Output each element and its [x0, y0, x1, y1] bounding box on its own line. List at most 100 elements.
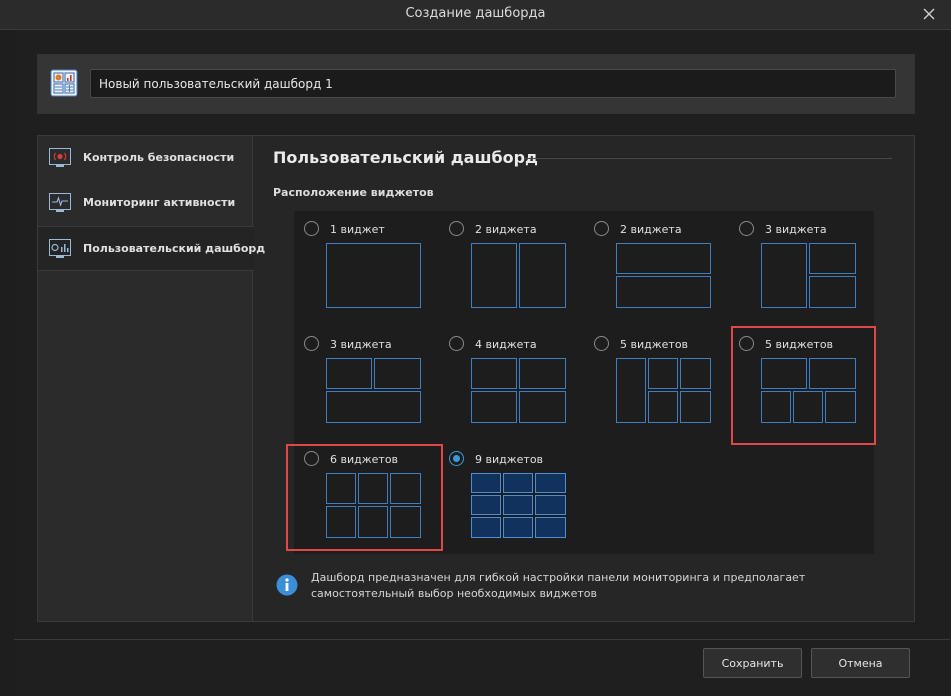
preview-cell [471, 517, 501, 538]
preview-cell [761, 243, 807, 308]
sidebar-item-label: Пользовательский дашборд [83, 242, 266, 255]
preview-cell [503, 517, 533, 538]
preview-cell [761, 391, 791, 423]
preview-cell [648, 358, 678, 389]
radio-button[interactable] [304, 336, 319, 351]
preview-cell [809, 358, 856, 389]
preview-cell [535, 517, 566, 538]
title-bar: Создание дашборда [0, 0, 951, 30]
main-panel: Контроль безопасности Мониторинг активно… [37, 135, 915, 622]
activity-monitor-icon [49, 193, 71, 212]
layout-option-9[interactable]: 9 виджетов [439, 441, 579, 551]
preview-cell [471, 391, 517, 423]
layout-options: 1 виджет 2 виджета 2 виджета 3 виджета 3… [286, 211, 876, 554]
save-button[interactable]: Сохранить [703, 648, 802, 678]
sidebar-item-security[interactable]: Контроль безопасности [38, 136, 253, 181]
preview-cell [471, 358, 517, 389]
radio-button[interactable] [594, 221, 609, 236]
custom-dashboard-icon [49, 239, 71, 258]
dialog-body: Контроль безопасности Мониторинг активно… [14, 31, 950, 696]
preview-cell [616, 243, 711, 274]
preview-cell [825, 391, 856, 423]
preview-cell [326, 473, 356, 504]
radio-button[interactable] [304, 221, 319, 236]
dashboard-icon [50, 69, 78, 97]
dashboard-name-row [37, 54, 915, 114]
window-title: Создание дашборда [405, 6, 546, 21]
preview-cell [326, 506, 356, 538]
close-icon[interactable] [921, 6, 937, 22]
radio-button[interactable] [594, 336, 609, 351]
layout-preview [471, 243, 566, 308]
preview-cell [680, 391, 711, 423]
layout-option-3-bottom-wide[interactable]: 3 виджета [294, 326, 434, 436]
layout-label: 2 виджета [475, 223, 537, 236]
preview-cell [616, 358, 646, 423]
layout-option-1[interactable]: 1 виджет [294, 211, 434, 321]
layout-preview [616, 243, 711, 308]
security-alarm-icon [49, 148, 71, 167]
layout-label: 1 виджет [330, 223, 385, 236]
layout-option-3-left-tall[interactable]: 3 виджета [729, 211, 869, 321]
radio-button[interactable] [739, 336, 754, 351]
preview-cell [374, 358, 421, 389]
sidebar-item-activity[interactable]: Мониторинг активности [38, 181, 253, 226]
preview-cell [535, 495, 566, 515]
preview-cell [616, 276, 711, 308]
layout-preview [326, 358, 421, 423]
sidebar: Контроль безопасности Мониторинг активно… [38, 136, 265, 621]
layout-preview [471, 358, 566, 423]
preview-cell [519, 358, 566, 389]
radio-button[interactable] [739, 221, 754, 236]
dashboard-name-input[interactable] [90, 69, 896, 98]
title-divider [524, 158, 892, 159]
layout-label: 4 виджета [475, 338, 537, 351]
preview-cell [326, 358, 372, 389]
sidebar-item-custom-dashboard[interactable]: Пользовательский дашборд [38, 226, 265, 271]
layout-preview [616, 358, 711, 423]
preview-cell [809, 243, 856, 274]
preview-cell [358, 506, 388, 538]
layout-option-5-top-two[interactable]: 5 виджетов [729, 326, 869, 436]
preview-cell [326, 391, 421, 423]
layout-label: 5 виджетов [620, 338, 689, 351]
radio-button[interactable] [304, 451, 319, 466]
layout-option-6[interactable]: 6 виджетов [294, 441, 434, 551]
preview-cell [503, 495, 533, 515]
radio-button-selected[interactable] [449, 451, 464, 466]
preview-cell [471, 495, 501, 515]
info-note: Дашборд предназначен для гибкой настройк… [276, 570, 896, 610]
preview-cell [519, 243, 566, 308]
preview-cell [519, 391, 566, 423]
layout-preview [761, 358, 856, 423]
layout-option-2-horizontal[interactable]: 2 виджета [584, 211, 724, 321]
layout-label: 5 виджетов [765, 338, 834, 351]
sidebar-item-label: Контроль безопасности [83, 151, 235, 164]
layout-option-2-vertical[interactable]: 2 виджета [439, 211, 579, 321]
radio-button[interactable] [449, 221, 464, 236]
preview-cell [390, 506, 421, 538]
preview-cell [793, 391, 823, 423]
preview-cell [471, 243, 517, 308]
radio-button[interactable] [449, 336, 464, 351]
layout-label: 3 виджета [330, 338, 392, 351]
layout-option-5-left-tall[interactable]: 5 виджетов [584, 326, 724, 436]
info-icon [276, 574, 298, 596]
layout-label: 3 виджета [765, 223, 827, 236]
layout-label: 9 виджетов [475, 453, 544, 466]
preview-cell [471, 473, 501, 493]
layout-label: 6 виджетов [330, 453, 399, 466]
layout-preview [326, 473, 421, 538]
layout-preview [471, 473, 566, 538]
preview-cell [358, 473, 388, 504]
preview-cell [809, 276, 856, 308]
layout-option-4[interactable]: 4 виджета [439, 326, 579, 436]
preview-cell [535, 473, 566, 493]
page-title: Пользовательский дашборд [273, 148, 538, 167]
preview-cell [680, 358, 711, 389]
layout-section-label: Расположение виджетов [273, 186, 434, 199]
cancel-button[interactable]: Отмена [811, 648, 910, 678]
preview-cell [761, 358, 807, 389]
preview-cell [503, 473, 533, 493]
dialog-footer: Сохранить Отмена [14, 639, 950, 696]
